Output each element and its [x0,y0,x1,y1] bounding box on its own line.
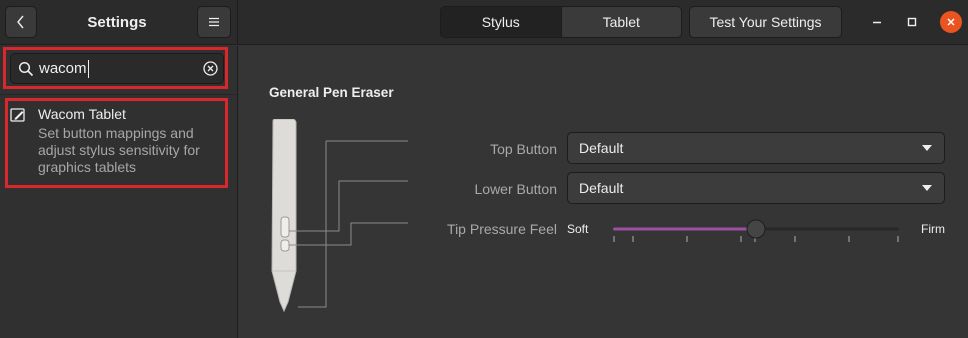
search-input[interactable]: wacom [39,60,89,78]
maximize-icon [907,17,917,27]
top-button-value: Default [579,140,624,156]
lower-button-label: Lower Button [474,181,558,197]
chevron-left-icon [17,15,24,29]
sidebar: wacom Wacom Tablet Set button mappings a… [0,46,238,338]
slider-fill [613,227,756,231]
hamburger-icon [209,17,219,27]
lower-button-dropdown[interactable]: Default [567,172,945,204]
tip-pressure-slider[interactable] [613,218,899,248]
top-button-label: Top Button [490,141,557,157]
stylus-tablet-switcher: Stylus Tablet [440,6,682,38]
close-icon [947,18,955,26]
top-button-dropdown[interactable]: Default [567,132,945,164]
back-button[interactable] [5,6,37,38]
search-field[interactable]: wacom [10,53,224,84]
sidebar-divider [0,94,237,95]
sidebar-item-description: Set button mappings and adjust stylus se… [38,125,200,175]
minimize-icon [873,21,881,24]
dropdown-arrow-icon [922,185,932,191]
lower-button-value: Default [579,180,624,196]
search-icon [18,61,34,77]
test-settings-button[interactable]: Test Your Settings [689,6,842,38]
minimize-button[interactable] [865,10,889,34]
tablet-edit-icon [10,108,25,122]
clear-search-icon[interactable] [202,60,219,77]
tip-pressure-label: Tip Pressure Feel [447,221,557,237]
tab-tablet[interactable]: Tablet [561,7,681,37]
firm-label: Firm [921,222,945,236]
main-panel: General Pen Eraser Top Button Default Lo… [239,46,968,338]
maximize-button[interactable] [900,10,924,34]
section-heading: General Pen Eraser [269,85,394,100]
sidebar-item-wacom-tablet[interactable]: Wacom Tablet Set button mappings and adj… [8,101,226,185]
soft-label: Soft [567,222,589,236]
menu-button[interactable] [197,6,231,38]
dropdown-arrow-icon [922,145,932,151]
close-button[interactable] [940,11,962,33]
slider-knob [746,219,766,239]
app-title: Settings [87,14,147,31]
sidebar-item-title: Wacom Tablet [38,106,126,122]
header-bar: Settings Stylus Tablet Test Your Setting… [0,0,968,45]
tab-stylus[interactable]: Stylus [441,7,562,37]
